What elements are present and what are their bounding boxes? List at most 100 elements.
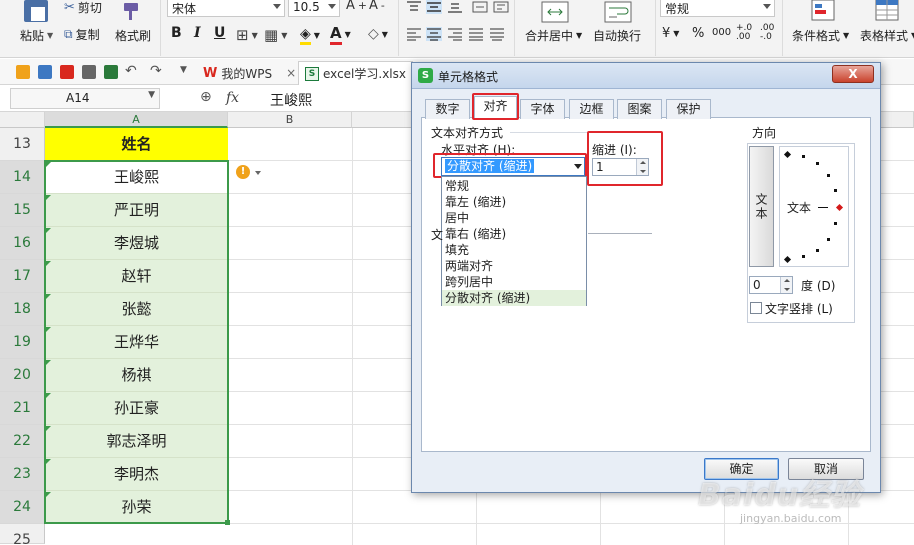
vertical-stack-checkbox[interactable] <box>750 302 762 314</box>
save-icon[interactable] <box>38 65 52 79</box>
column-header-a[interactable]: A <box>45 112 228 128</box>
tab-alignment[interactable]: 对齐 <box>474 96 517 119</box>
option-center[interactable]: 居中 <box>445 210 469 226</box>
redo-icon[interactable]: ↷ <box>150 63 162 79</box>
name-cell[interactable]: 王峻熙 <box>45 161 228 194</box>
paste-icon[interactable] <box>24 0 48 22</box>
header-cell-name[interactable]: 姓名 <box>45 128 228 161</box>
tab-excel-file[interactable]: S excel学习.xlsx <box>298 61 413 85</box>
format-painter-button[interactable]: 格式刷 <box>115 27 151 44</box>
orientation-icon[interactable] <box>472 0 488 14</box>
name-box[interactable]: A14 ▼ <box>10 88 160 109</box>
name-cell[interactable]: 孙荣 <box>45 491 228 524</box>
align-left-icon[interactable] <box>406 27 422 41</box>
clear-button[interactable]: ◇ ▼ <box>368 26 388 42</box>
cell-style-button[interactable]: ▦ ▼ <box>264 26 287 44</box>
option-center-across[interactable]: 跨列居中 <box>445 274 493 290</box>
close-icon[interactable]: × <box>286 66 296 80</box>
cut-button[interactable]: ✂ 剪切 <box>64 0 102 16</box>
dialog-titlebar[interactable]: S 单元格格式 X <box>412 63 880 89</box>
wrap-icon[interactable] <box>493 0 509 14</box>
distributed-icon[interactable] <box>489 27 505 41</box>
error-warning-icon[interactable]: ! <box>236 165 250 179</box>
undo-icon[interactable]: ↶ <box>125 63 137 79</box>
row-header[interactable]: 16 <box>0 227 45 260</box>
tab-border[interactable]: 边框 <box>569 99 614 119</box>
tab-font[interactable]: 字体 <box>520 99 565 119</box>
thousands-button[interactable]: 000 <box>712 27 731 38</box>
currency-button[interactable]: ¥ ▼ <box>662 26 679 41</box>
option-fill[interactable]: 填充 <box>445 242 469 258</box>
folder-icon[interactable] <box>16 65 30 79</box>
option-justify[interactable]: 两端对齐 <box>445 258 493 274</box>
orientation-dial[interactable]: 文本 <box>779 146 849 267</box>
align-right-icon[interactable] <box>447 27 463 41</box>
row-header[interactable]: 20 <box>0 359 45 392</box>
row-header[interactable]: 18 <box>0 293 45 326</box>
stepper-arrows-icon[interactable] <box>636 159 648 175</box>
degree-stepper[interactable]: 0 <box>749 276 793 294</box>
wrap-text-icon[interactable] <box>603 0 637 26</box>
align-top-icon[interactable] <box>406 0 422 14</box>
font-size-select[interactable]: 10.5 <box>288 0 340 17</box>
increase-decimal-button[interactable]: +.0.00 <box>736 24 752 42</box>
chevron-down-icon[interactable] <box>255 171 261 175</box>
row-header[interactable]: 24 <box>0 491 45 524</box>
indent-stepper[interactable]: 1 <box>592 158 649 176</box>
font-color-button[interactable]: A ▼ <box>330 24 351 45</box>
name-cell[interactable]: 李明杰 <box>45 458 228 491</box>
merge-center-icon[interactable] <box>540 0 574 26</box>
decrease-decimal-button[interactable]: .00 -.0 <box>760 24 774 42</box>
name-cell[interactable]: 王烨华 <box>45 326 228 359</box>
option-right-indent[interactable]: 靠右 (缩进) <box>445 226 506 242</box>
row-header[interactable]: 22 <box>0 425 45 458</box>
column-header-b[interactable]: B <box>228 112 352 128</box>
row-header[interactable]: 25 <box>0 524 45 545</box>
font-shrink-button[interactable]: A- <box>369 0 385 13</box>
conditional-format-button[interactable]: 条件格式 ▼ <box>792 27 849 44</box>
align-middle-icon[interactable] <box>426 0 442 14</box>
row-header[interactable]: 13 <box>0 128 45 161</box>
customize-qat-icon[interactable]: ▼ <box>180 65 187 75</box>
justify-icon[interactable] <box>468 27 484 41</box>
merge-center-button[interactable]: 合并居中 ▼ <box>525 27 582 44</box>
name-cell[interactable]: 郭志泽明 <box>45 425 228 458</box>
print-preview-icon[interactable] <box>104 65 118 79</box>
number-format-select[interactable]: 常规 <box>660 0 775 17</box>
row-header[interactable]: 23 <box>0 458 45 491</box>
copy-button[interactable]: ⧉ 复制 <box>64 26 100 43</box>
row-header[interactable]: 17 <box>0 260 45 293</box>
name-cell[interactable]: 赵轩 <box>45 260 228 293</box>
horizontal-align-select[interactable]: 分散对齐 (缩进) <box>441 157 585 176</box>
chevron-down-icon[interactable] <box>574 164 582 169</box>
row-header[interactable]: 14 <box>0 161 45 194</box>
fx-icon[interactable]: fx <box>226 90 239 106</box>
print-icon[interactable] <box>82 65 96 79</box>
tab-protection[interactable]: 保护 <box>666 99 711 119</box>
font-grow-button[interactable]: A + <box>346 0 367 13</box>
name-cell[interactable]: 孙正豪 <box>45 392 228 425</box>
conditional-format-icon[interactable] <box>808 0 842 24</box>
table-style-button[interactable]: 表格样式▼ <box>860 27 914 44</box>
font-name-select[interactable]: 宋体 <box>167 0 285 17</box>
row-header[interactable]: 19 <box>0 326 45 359</box>
name-cell[interactable]: 张懿 <box>45 293 228 326</box>
name-cell[interactable]: 杨祺 <box>45 359 228 392</box>
percent-button[interactable]: % <box>692 26 704 41</box>
option-distributed-indent[interactable]: 分散对齐 (缩进) <box>442 290 586 306</box>
vertical-text-button[interactable]: 文本 <box>749 146 774 267</box>
select-all-corner[interactable] <box>0 112 45 128</box>
border-button[interactable]: ⊞ ▼ <box>236 26 258 44</box>
tab-my-wps[interactable]: W 我的WPS × <box>197 61 302 85</box>
align-center-icon[interactable] <box>426 27 442 41</box>
format-painter-icon[interactable] <box>118 0 144 22</box>
bold-button[interactable]: B <box>171 25 182 41</box>
name-cell[interactable]: 李煜城 <box>45 227 228 260</box>
underline-button[interactable]: U <box>214 25 225 41</box>
align-bottom-icon[interactable] <box>447 0 463 14</box>
italic-button[interactable]: I <box>194 25 201 41</box>
table-style-icon[interactable] <box>872 0 906 24</box>
option-left-indent[interactable]: 靠左 (缩进) <box>445 194 506 210</box>
zoom-icon[interactable]: ⊕ <box>200 89 212 105</box>
export-pdf-icon[interactable] <box>60 65 74 79</box>
